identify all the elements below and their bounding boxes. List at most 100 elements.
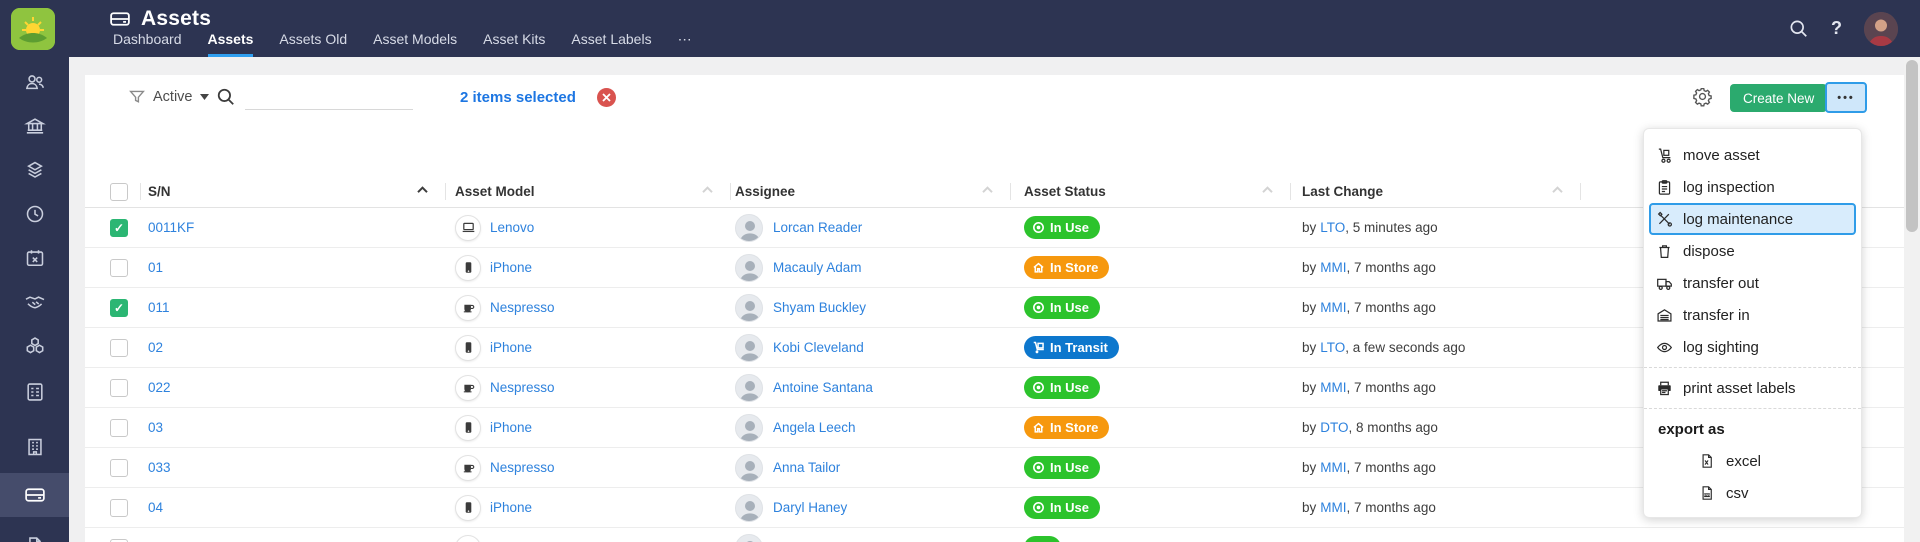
- asset-model-link[interactable]: Nespresso: [490, 300, 555, 315]
- row-checkbox[interactable]: [110, 498, 128, 517]
- assignee-link[interactable]: Daryl Haney: [773, 500, 847, 515]
- table-row[interactable]: [85, 528, 1904, 542]
- sidebar-item-history[interactable]: [0, 192, 69, 236]
- gear-icon[interactable]: [1692, 86, 1713, 107]
- serial-number-link[interactable]: 033: [148, 460, 171, 475]
- row-checkbox[interactable]: [110, 298, 128, 317]
- asset-model-link[interactable]: iPhone: [490, 420, 532, 435]
- changed-by-link[interactable]: LTO: [1320, 220, 1345, 235]
- table-row[interactable]: 033 Nespresso Anna Tailor In Use by MMI, …: [85, 448, 1904, 488]
- changed-by-link[interactable]: MMI: [1320, 500, 1346, 515]
- filter-dropdown[interactable]: Active: [128, 88, 209, 106]
- assignee-link[interactable]: Lorcan Reader: [773, 220, 862, 235]
- table-row[interactable]: 022 Nespresso Antoine Santana In Use by M…: [85, 368, 1904, 408]
- serial-number-link[interactable]: 01: [148, 260, 163, 275]
- row-checkbox[interactable]: [110, 218, 128, 237]
- changed-by-link[interactable]: LTO: [1320, 340, 1345, 355]
- serial-number-link[interactable]: 0011KF: [148, 220, 194, 235]
- assignee-link[interactable]: Macauly Adam: [773, 260, 862, 275]
- changed-by-link[interactable]: MMI: [1320, 260, 1346, 275]
- sidebar-item-documents[interactable]: [0, 524, 69, 542]
- row-checkbox[interactable]: [110, 258, 128, 277]
- serial-number-link[interactable]: 02: [148, 340, 163, 355]
- column-header-sn[interactable]: S/N: [140, 175, 445, 208]
- help-icon[interactable]: ?: [1831, 18, 1842, 39]
- sidebar-item-building[interactable]: [0, 425, 69, 469]
- column-header-asset-model[interactable]: Asset Model: [445, 175, 730, 208]
- changed-by-link[interactable]: DTO: [1320, 420, 1348, 435]
- sidebar-item-calendar[interactable]: [0, 236, 69, 280]
- sidebar-item-handshake[interactable]: [0, 280, 69, 324]
- tab-assets-old[interactable]: Assets Old: [279, 31, 347, 57]
- assignee-link[interactable]: Shyam Buckley: [773, 300, 866, 315]
- table-row[interactable]: 011 Nespresso Shyam Buckley In Use byMMI…: [85, 288, 1904, 328]
- tab-dashboard[interactable]: Dashboard: [113, 31, 182, 57]
- asset-model-link[interactable]: iPhone: [490, 340, 532, 355]
- asset-model-link[interactable]: iPhone: [490, 260, 532, 275]
- search-input[interactable]: [245, 86, 413, 110]
- sidebar-item-users[interactable]: [0, 60, 69, 104]
- serial-number-link[interactable]: 022: [148, 380, 171, 395]
- app-logo[interactable]: [11, 8, 55, 50]
- tab-asset-labels[interactable]: Asset Labels: [571, 31, 651, 57]
- assignee-link[interactable]: Antoine Santana: [773, 380, 873, 395]
- select-all-checkbox[interactable]: [110, 182, 128, 201]
- menu-item-transfer-out[interactable]: transfer out: [1644, 267, 1861, 299]
- row-checkbox[interactable]: [110, 338, 128, 357]
- user-avatar[interactable]: [1864, 11, 1898, 46]
- column-header-last-change[interactable]: Last Change: [1290, 175, 1580, 208]
- vertical-scrollbar[interactable]: [1904, 57, 1920, 542]
- asset-model-link[interactable]: Nespresso: [490, 460, 555, 475]
- changed-by-link[interactable]: MMI: [1320, 380, 1346, 395]
- sidebar-item-layers[interactable]: [0, 148, 69, 192]
- menu-item-transfer-in[interactable]: transfer in: [1644, 299, 1861, 331]
- tab-assets[interactable]: Assets: [207, 31, 254, 57]
- serial-number-link[interactable]: 011: [148, 300, 170, 315]
- menu-item-export-csv[interactable]: CSV csv: [1644, 477, 1861, 509]
- asset-model-link[interactable]: Lenovo: [490, 220, 534, 235]
- row-checkbox[interactable]: [110, 418, 128, 437]
- row-checkbox[interactable]: [110, 458, 128, 477]
- search-icon[interactable]: [1788, 18, 1809, 39]
- asset-model-link[interactable]: iPhone: [490, 500, 532, 515]
- table-row[interactable]: 01 iPhone Macauly Adam In Store by MMI, 7…: [85, 248, 1904, 288]
- table-row[interactable]: 04 iPhone Daryl Haney In Use by MMI, 7 mo…: [85, 488, 1904, 528]
- assignee-link[interactable]: Angela Leech: [773, 420, 856, 435]
- serial-number-link[interactable]: 03: [148, 420, 163, 435]
- tab-asset-models[interactable]: Asset Models: [373, 31, 457, 57]
- menu-item-log-inspection[interactable]: log inspection: [1644, 171, 1861, 203]
- menu-item-dispose[interactable]: dispose: [1644, 235, 1861, 267]
- menu-item-log-maintenance[interactable]: log maintenance: [1649, 203, 1856, 235]
- more-actions-button[interactable]: •••: [1825, 82, 1867, 113]
- create-new-button[interactable]: Create New: [1730, 84, 1828, 112]
- column-header-assignee[interactable]: Assignee: [730, 175, 1010, 208]
- sidebar-item-cubes[interactable]: [0, 324, 69, 368]
- sort-inactive-icon[interactable]: [1261, 185, 1274, 194]
- tab-asset-kits[interactable]: Asset Kits: [483, 31, 545, 57]
- assignee-link[interactable]: Anna Tailor: [773, 460, 840, 475]
- sort-asc-icon[interactable]: [416, 185, 429, 194]
- menu-item-move-asset[interactable]: move asset: [1644, 139, 1861, 171]
- changed-by-link[interactable]: MMI: [1320, 300, 1346, 315]
- sort-inactive-icon[interactable]: [981, 185, 994, 194]
- menu-item-log-sighting[interactable]: log sighting: [1644, 331, 1861, 363]
- column-header-asset-status[interactable]: Asset Status: [1010, 175, 1290, 208]
- table-row[interactable]: 02 iPhone Kobi Cleveland In Transit by LT…: [85, 328, 1904, 368]
- clear-selection-button[interactable]: [597, 88, 616, 107]
- sidebar-item-bank[interactable]: [0, 104, 69, 148]
- menu-item-print-asset-labels[interactable]: print asset labels: [1644, 372, 1861, 404]
- sort-inactive-icon[interactable]: [701, 185, 714, 194]
- sidebar-item-assets[interactable]: [0, 473, 69, 517]
- menu-item-export-excel[interactable]: excel: [1644, 445, 1861, 477]
- serial-number-link[interactable]: 04: [148, 500, 163, 515]
- row-checkbox[interactable]: [110, 378, 128, 397]
- assignee-link[interactable]: Kobi Cleveland: [773, 340, 864, 355]
- sidebar-item-checklist[interactable]: [0, 370, 69, 414]
- scrollbar-thumb[interactable]: [1906, 60, 1918, 232]
- table-row[interactable]: 03 iPhone Angela Leech In Store by DTO, 8…: [85, 408, 1904, 448]
- asset-model-link[interactable]: Nespresso: [490, 380, 555, 395]
- changed-by-link[interactable]: MMI: [1320, 460, 1346, 475]
- row-checkbox[interactable]: [110, 538, 128, 542]
- table-row[interactable]: 0011KF Lenovo Lorcan Reader In Use byLTO…: [85, 208, 1904, 248]
- tab-more[interactable]: ⋯: [678, 31, 692, 57]
